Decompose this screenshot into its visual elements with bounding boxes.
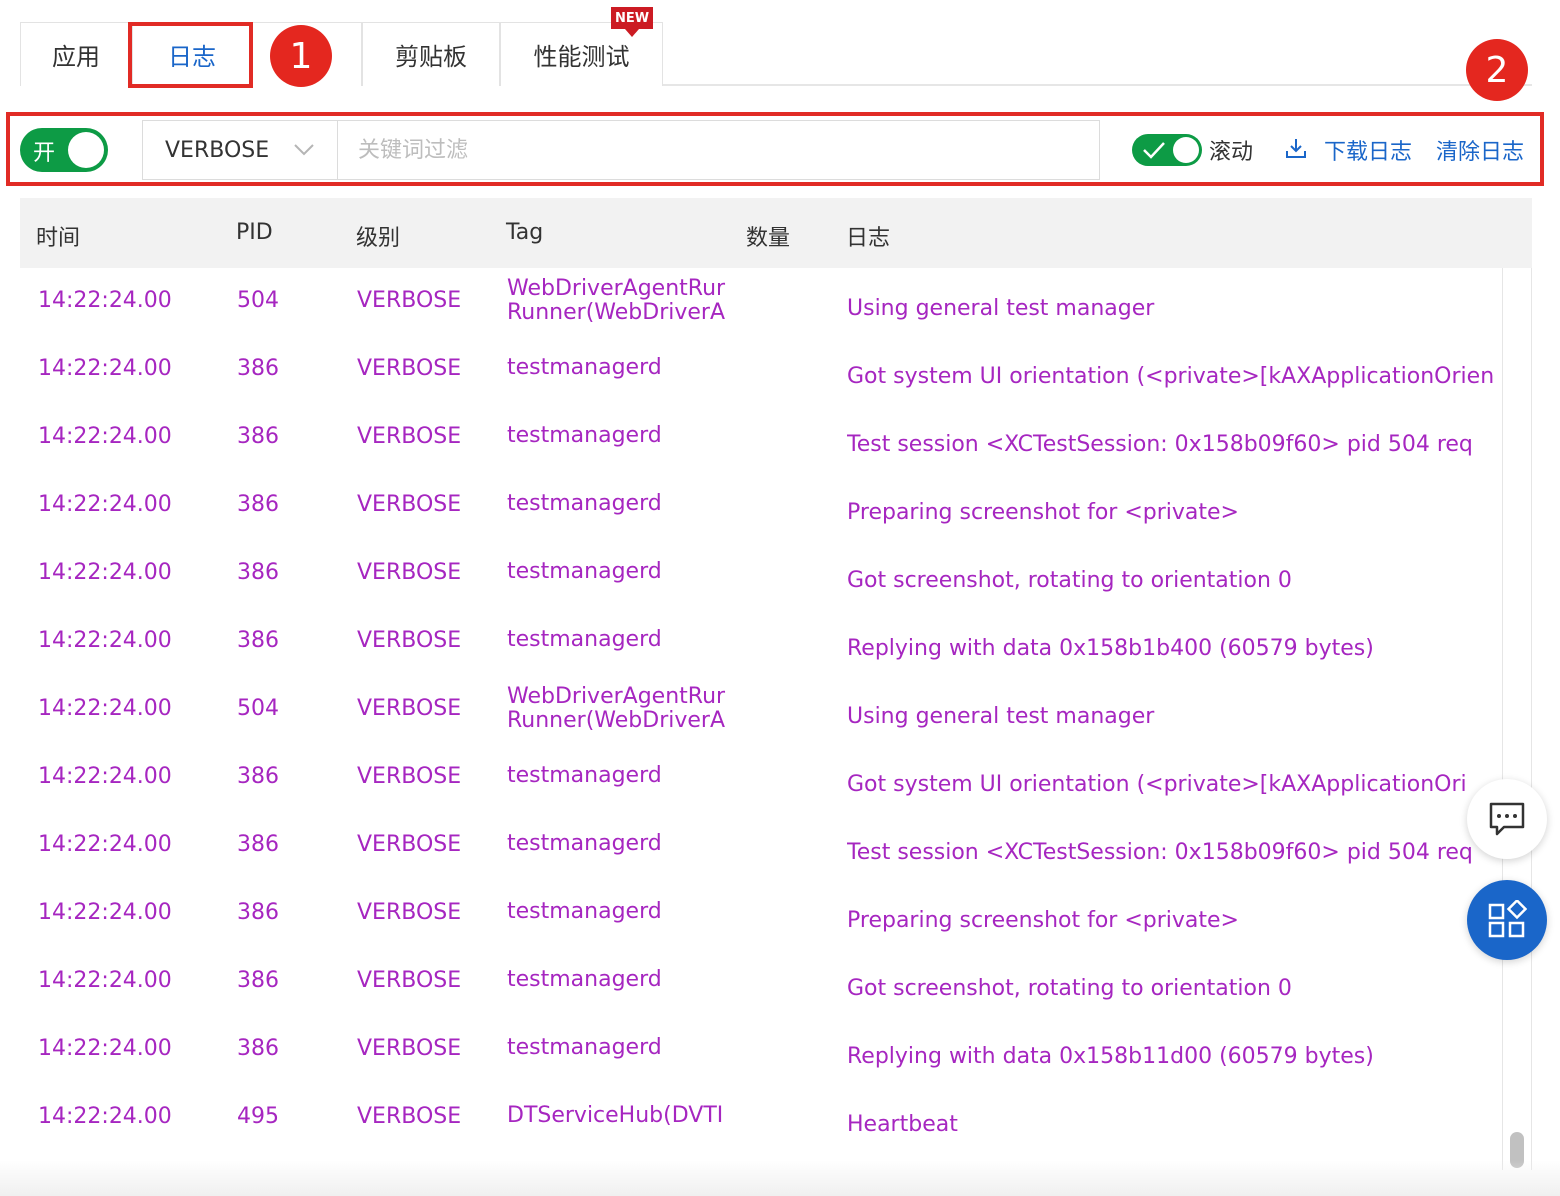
cell-time: 14:22:24.00 xyxy=(38,764,172,789)
cell-time: 14:22:24.00 xyxy=(38,492,172,517)
cell-pid: 386 xyxy=(237,1036,279,1061)
cell-message: Got screenshot, rotating to orientation … xyxy=(847,568,1292,593)
header-time: 时间 xyxy=(36,226,81,251)
cell-message: Got system UI orientation (<private>[kAX… xyxy=(847,364,1495,389)
cell-time: 14:22:24.00 xyxy=(38,696,172,721)
annotation-marker-1: 1 xyxy=(270,25,332,87)
cell-level: VERBOSE xyxy=(357,1104,462,1129)
table-row: 14:22:24.00 504 VERBOSE WebDriverAgentRur Ru… xyxy=(20,268,1502,325)
header-count: 数量 xyxy=(746,226,791,251)
cell-level: VERBOSE xyxy=(357,356,462,381)
table-row: 14:22:24.00 386 VERBOSE testmanagerd Got sys… xyxy=(20,731,1502,799)
cell-tag: WebDriverAgentRur Runner(WebDriverA xyxy=(507,685,731,735)
tab-clipboard[interactable]: 剪贴板 xyxy=(362,22,500,86)
cell-pid: 386 xyxy=(237,492,279,517)
cell-level: VERBOSE xyxy=(357,696,462,721)
header-tag: Tag xyxy=(506,220,544,245)
table-row: 14:22:24.00 504 VERBOSE WebDriverAgentRur Ru… xyxy=(20,663,1502,733)
header-level: 级别 xyxy=(356,226,401,251)
table-row: 14:22:24.00 386 VERBOSE testmanagerd Got sys… xyxy=(20,323,1502,391)
cell-pid: 504 xyxy=(237,288,279,313)
cell-level: VERBOSE xyxy=(357,1036,462,1061)
chat-button[interactable] xyxy=(1467,779,1547,859)
cell-pid: 504 xyxy=(237,696,279,721)
log-table-header: 时间 PID 级别 Tag 数量 日志 xyxy=(20,198,1532,268)
cell-message: Preparing screenshot for <private> xyxy=(847,500,1239,525)
cell-level: VERBOSE xyxy=(357,832,462,857)
cell-time: 14:22:24.00 xyxy=(38,900,172,925)
cell-message: Got screenshot, rotating to orientation … xyxy=(847,976,1292,1001)
tab-app[interactable]: 应用 xyxy=(20,22,132,86)
annotation-marker-2: 2 xyxy=(1466,39,1528,101)
highlight-box-tab xyxy=(128,22,253,88)
new-badge: NEW xyxy=(611,7,653,37)
cell-tag-line: WebDriverAgentRur xyxy=(507,685,726,709)
chat-icon xyxy=(1489,802,1525,836)
cell-level: VERBOSE xyxy=(357,492,462,517)
cell-level: VERBOSE xyxy=(357,424,462,449)
table-row: 14:22:24.00 386 VERBOSE testmanagerd Prepari… xyxy=(20,459,1502,527)
table-row: 14:22:24.00 386 VERBOSE testmanagerd Got scr… xyxy=(20,935,1502,1003)
cell-level: VERBOSE xyxy=(357,900,462,925)
cell-message: Test session <XCTestSession: 0x158b09f60… xyxy=(847,840,1473,865)
table-row: 14:22:24.00 386 VERBOSE testmanagerd Test se… xyxy=(20,799,1502,867)
table-row: 14:22:24.00 495 VERBOSE DTServiceHub(DVTI He… xyxy=(20,1071,1502,1139)
cell-message: Using general test manager xyxy=(847,296,1155,321)
apps-button[interactable] xyxy=(1467,880,1547,960)
cell-pid: 386 xyxy=(237,356,279,381)
cell-pid: 386 xyxy=(237,832,279,857)
cell-level: VERBOSE xyxy=(357,968,462,993)
cell-message: Preparing screenshot for <private> xyxy=(847,908,1239,933)
cell-level: VERBOSE xyxy=(357,288,462,313)
cell-time: 14:22:24.00 xyxy=(38,1104,172,1129)
table-row: 14:22:24.00 386 VERBOSE testmanagerd Got scr… xyxy=(20,527,1502,595)
cell-pid: 386 xyxy=(237,764,279,789)
cell-time: 14:22:24.00 xyxy=(38,968,172,993)
cell-tag: DTServiceHub(DVTI xyxy=(507,1104,724,1128)
tab-clipboard-label: 剪贴板 xyxy=(395,43,467,71)
cell-message: Replying with data 0x158b1b400 (60579 by… xyxy=(847,636,1374,661)
cell-time: 14:22:24.00 xyxy=(38,288,172,313)
tab-performance-label: 性能测试 xyxy=(533,43,630,71)
cell-tag-line: Runner(WebDriverA xyxy=(507,708,726,733)
cell-level: VERBOSE xyxy=(357,764,462,789)
table-row: 14:22:24.00 386 VERBOSE testmanagerd Test se… xyxy=(20,391,1502,459)
header-pid: PID xyxy=(236,220,273,245)
cell-level: VERBOSE xyxy=(357,560,462,585)
cell-tag: WebDriverAgentRur Runner(WebDriverA xyxy=(507,277,731,327)
cell-time: 14:22:24.00 xyxy=(38,424,172,449)
table-row: 14:22:24.00 386 VERBOSE testmanagerd Replyin… xyxy=(20,1003,1502,1071)
cell-message: Using general test manager xyxy=(847,704,1155,729)
cell-message: Replying with data 0x158b11d00 (60579 by… xyxy=(847,1044,1374,1069)
cell-time: 14:22:24.00 xyxy=(38,356,172,381)
cell-message: Heartbeat xyxy=(847,1112,958,1137)
cell-pid: 386 xyxy=(237,560,279,585)
cell-time: 14:22:24.00 xyxy=(38,832,172,857)
apps-icon xyxy=(1488,900,1527,938)
cell-pid: 495 xyxy=(237,1104,279,1129)
cell-tag-line: WebDriverAgentRur xyxy=(507,277,726,301)
cell-pid: 386 xyxy=(237,900,279,925)
cell-pid: 386 xyxy=(237,628,279,653)
scrollbar-track[interactable] xyxy=(1502,268,1532,1170)
highlight-box-toolbar xyxy=(6,112,1544,186)
cell-message: Got system UI orientation (<private>[kAX… xyxy=(847,772,1467,797)
cell-level: VERBOSE xyxy=(357,628,462,653)
table-row: 14:22:24.00 386 VERBOSE testmanagerd Prepari… xyxy=(20,867,1502,935)
cell-pid: 386 xyxy=(237,968,279,993)
tab-app-label: 应用 xyxy=(52,43,100,71)
header-log: 日志 xyxy=(846,226,891,251)
cell-message: Test session <XCTestSession: 0x158b09f60… xyxy=(847,432,1473,457)
cell-time: 14:22:24.00 xyxy=(38,628,172,653)
log-table-body: 14:22:24.00 504 VERBOSE WebDriverAgentRur Ru… xyxy=(20,268,1502,1168)
cell-pid: 386 xyxy=(237,424,279,449)
cell-time: 14:22:24.00 xyxy=(38,1036,172,1061)
table-row: 14:22:24.00 386 VERBOSE testmanagerd Replyin… xyxy=(20,595,1502,663)
bottom-fade xyxy=(0,1160,1560,1196)
cell-tag-line: Runner(WebDriverA xyxy=(507,300,726,325)
cell-time: 14:22:24.00 xyxy=(38,560,172,585)
